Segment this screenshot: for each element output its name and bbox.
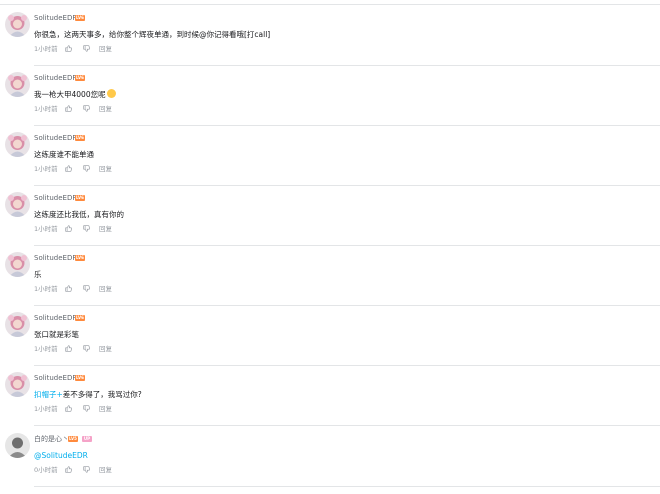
comment-item: SolitudeEDR LV6 乐 1小时前 回复 xyxy=(0,246,660,306)
up-badge: UP xyxy=(82,436,92,442)
reply-button[interactable]: 回复 xyxy=(99,466,112,474)
level-badge: LV6 xyxy=(75,315,85,321)
comment-text-body: 乐 xyxy=(34,270,42,279)
topic-link[interactable]: 扣帽子+ xyxy=(34,390,63,399)
comment-text: 扣帽子+差不多得了，我骂过你? xyxy=(34,389,142,400)
timestamp: 1小时前 xyxy=(34,165,58,173)
thumb-down-icon[interactable] xyxy=(83,225,90,234)
comment-text-body: 差不多得了，我骂过你? xyxy=(62,390,142,399)
timestamp: 1小时前 xyxy=(34,225,58,233)
username[interactable]: SolitudeEDR xyxy=(34,314,77,323)
thumb-up-icon[interactable] xyxy=(65,165,72,174)
reply-button[interactable]: 回复 xyxy=(99,345,112,353)
comment-text: 这练度还比我低，真有你的 xyxy=(34,209,124,220)
divider xyxy=(0,4,660,5)
thumb-up-icon[interactable] xyxy=(65,345,72,354)
comment-item: SolitudeEDR LV6 你很急，这两天事多，给你整个辉夜单通，到时候@你… xyxy=(0,6,660,66)
level-badge: LV6 xyxy=(75,75,85,81)
timestamp: 1小时前 xyxy=(34,105,58,113)
thumb-down-icon[interactable] xyxy=(83,45,90,54)
divider xyxy=(34,486,660,487)
thumb-up-icon[interactable] xyxy=(65,45,72,54)
thumb-down-icon[interactable] xyxy=(83,345,90,354)
avatar[interactable] xyxy=(5,192,30,217)
level-badge: LV6 xyxy=(75,135,85,141)
level-badge: LV5 xyxy=(68,436,78,442)
comment-text: 我一枪大甲4000您呢 xyxy=(34,89,116,100)
timestamp: 1小时前 xyxy=(34,45,58,53)
comment-item: SolitudeEDR LV6 这练度谁不能单通 1小时前 回复 xyxy=(0,126,660,186)
comment-text: 张口就是彩笔 xyxy=(34,329,79,340)
username[interactable]: 白的是心丶 xyxy=(34,435,69,444)
thumb-down-icon[interactable] xyxy=(83,165,90,174)
comment-text: 这练度谁不能单通 xyxy=(34,149,94,160)
comment-text-body: 这练度还比我低，真有你的 xyxy=(34,210,124,219)
avatar[interactable] xyxy=(5,312,30,337)
thumb-down-icon[interactable] xyxy=(83,466,90,475)
reply-button[interactable]: 回复 xyxy=(99,225,112,233)
comment-item: SolitudeEDR LV6 张口就是彩笔 1小时前 回复 xyxy=(0,306,660,366)
timestamp: 1小时前 xyxy=(34,405,58,413)
level-badge: LV6 xyxy=(75,195,85,201)
comment-item: 白的是心丶 LV5 UP @SolitudeEDR 0小时前 回复 xyxy=(0,427,660,487)
avatar[interactable] xyxy=(5,252,30,277)
username[interactable]: SolitudeEDR xyxy=(34,14,77,23)
reply-button[interactable]: 回复 xyxy=(99,405,112,413)
smile-emoji-icon xyxy=(106,89,116,98)
mention-link[interactable]: @SolitudeEDR xyxy=(34,451,88,460)
avatar[interactable] xyxy=(5,433,30,458)
reply-button[interactable]: 回复 xyxy=(99,45,112,53)
avatar[interactable] xyxy=(5,12,30,37)
comment-text-body: 这练度谁不能单通 xyxy=(34,150,94,159)
comment-item: SolitudeEDR LV6 我一枪大甲4000您呢 1小时前 回复 xyxy=(0,66,660,126)
thumb-up-icon[interactable] xyxy=(65,225,72,234)
thumb-down-icon[interactable] xyxy=(83,405,90,414)
level-badge: LV6 xyxy=(75,255,85,261)
avatar[interactable] xyxy=(5,132,30,157)
thumb-up-icon[interactable] xyxy=(65,105,72,114)
comment-text: @SolitudeEDR xyxy=(34,450,88,461)
comment-item: SolitudeEDR LV6 这练度还比我低，真有你的 1小时前 回复 xyxy=(0,186,660,246)
reply-button[interactable]: 回复 xyxy=(99,165,112,173)
thumb-up-icon[interactable] xyxy=(65,466,72,475)
username[interactable]: SolitudeEDR xyxy=(34,194,77,203)
comment-text-body: 我一枪大甲4000您呢 xyxy=(34,90,106,99)
username[interactable]: SolitudeEDR xyxy=(34,374,77,383)
username[interactable]: SolitudeEDR xyxy=(34,134,77,143)
timestamp: 1小时前 xyxy=(34,285,58,293)
timestamp: 0小时前 xyxy=(34,466,58,474)
avatar[interactable] xyxy=(5,372,30,397)
username[interactable]: SolitudeEDR xyxy=(34,254,77,263)
comment-text: 你很急，这两天事多，给你整个辉夜单通，到时候@你记得看哦[打call] xyxy=(34,29,270,40)
level-badge: LV6 xyxy=(75,375,85,381)
timestamp: 1小时前 xyxy=(34,345,58,353)
thumb-up-icon[interactable] xyxy=(65,405,72,414)
comment-item: SolitudeEDR LV6 扣帽子+差不多得了，我骂过你? 1小时前 回复 xyxy=(0,366,660,426)
reply-button[interactable]: 回复 xyxy=(99,105,112,113)
divider xyxy=(34,425,660,426)
level-badge: LV6 xyxy=(75,15,85,21)
reply-button[interactable]: 回复 xyxy=(99,285,112,293)
comment-text-body: 你很急，这两天事多，给你整个辉夜单通，到时候@你记得看哦[打call] xyxy=(34,30,271,39)
comment-text-body: 张口就是彩笔 xyxy=(34,330,79,339)
thumb-down-icon[interactable] xyxy=(83,105,90,114)
thumb-up-icon[interactable] xyxy=(65,285,72,294)
avatar[interactable] xyxy=(5,72,30,97)
thumb-down-icon[interactable] xyxy=(83,285,90,294)
comment-text: 乐 xyxy=(34,269,42,280)
username[interactable]: SolitudeEDR xyxy=(34,74,77,83)
